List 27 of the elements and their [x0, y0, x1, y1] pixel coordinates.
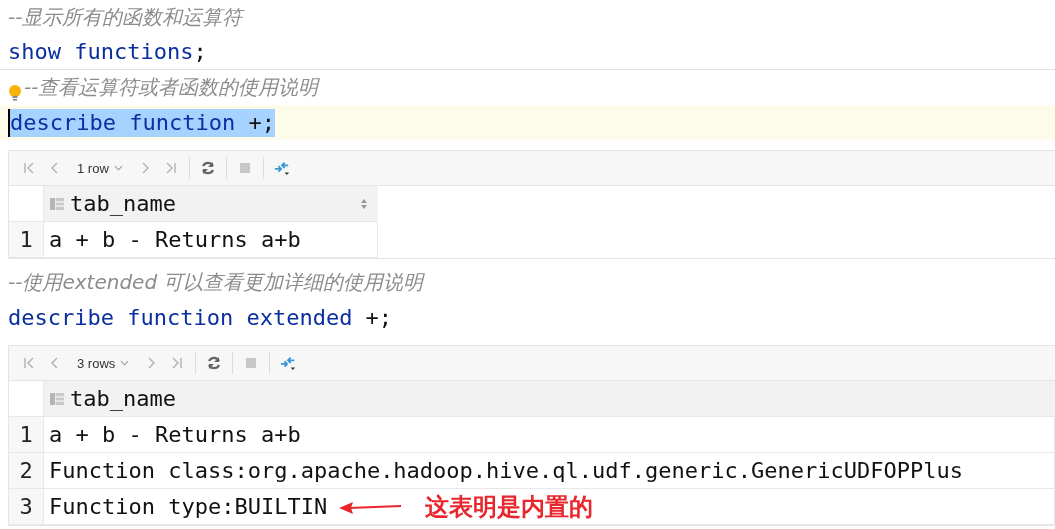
table-cell: a + b - Returns a+b — [49, 422, 301, 447]
code-comment: --查看运算符或者函数的使用说明 — [24, 74, 319, 101]
row-count-dropdown[interactable]: 3 rows — [73, 353, 134, 373]
refresh-icon[interactable] — [206, 355, 223, 371]
row-count-dropdown[interactable]: 1 row — [73, 158, 127, 178]
code-line: describe function extended +; — [8, 303, 393, 332]
table-cell: Function class:org.apache.hadoop.hive.ql.udf.generic.GenericUDFOPPlus — [49, 458, 963, 483]
compare-arrows-icon[interactable] — [273, 160, 290, 176]
annotation-text: 这表明是内置的 — [425, 491, 594, 523]
caret-icon — [113, 165, 123, 171]
table-icon — [50, 196, 64, 211]
row-number: 2 — [9, 453, 44, 488]
code-comment: --显示所有的函数和运算符 — [8, 4, 243, 31]
sort-icon[interactable] — [360, 197, 368, 210]
refresh-icon[interactable] — [199, 160, 216, 176]
code-comment: --使用extended 可以查看更加详细的使用说明 — [8, 269, 424, 296]
code-line: show functions; — [8, 38, 207, 66]
row-number: 1 — [9, 222, 44, 257]
row-number: 1 — [9, 417, 44, 452]
compare-arrows-icon[interactable] — [280, 355, 297, 371]
caret-icon — [120, 360, 130, 366]
arrow-icon — [339, 499, 404, 514]
lightbulb-icon[interactable] — [8, 83, 22, 102]
table-cell: Function type:BUILTIN — [49, 494, 328, 519]
row-number: 3 — [9, 489, 44, 524]
table-icon — [50, 391, 64, 406]
table-cell: a + b - Returns a+b — [49, 227, 301, 252]
